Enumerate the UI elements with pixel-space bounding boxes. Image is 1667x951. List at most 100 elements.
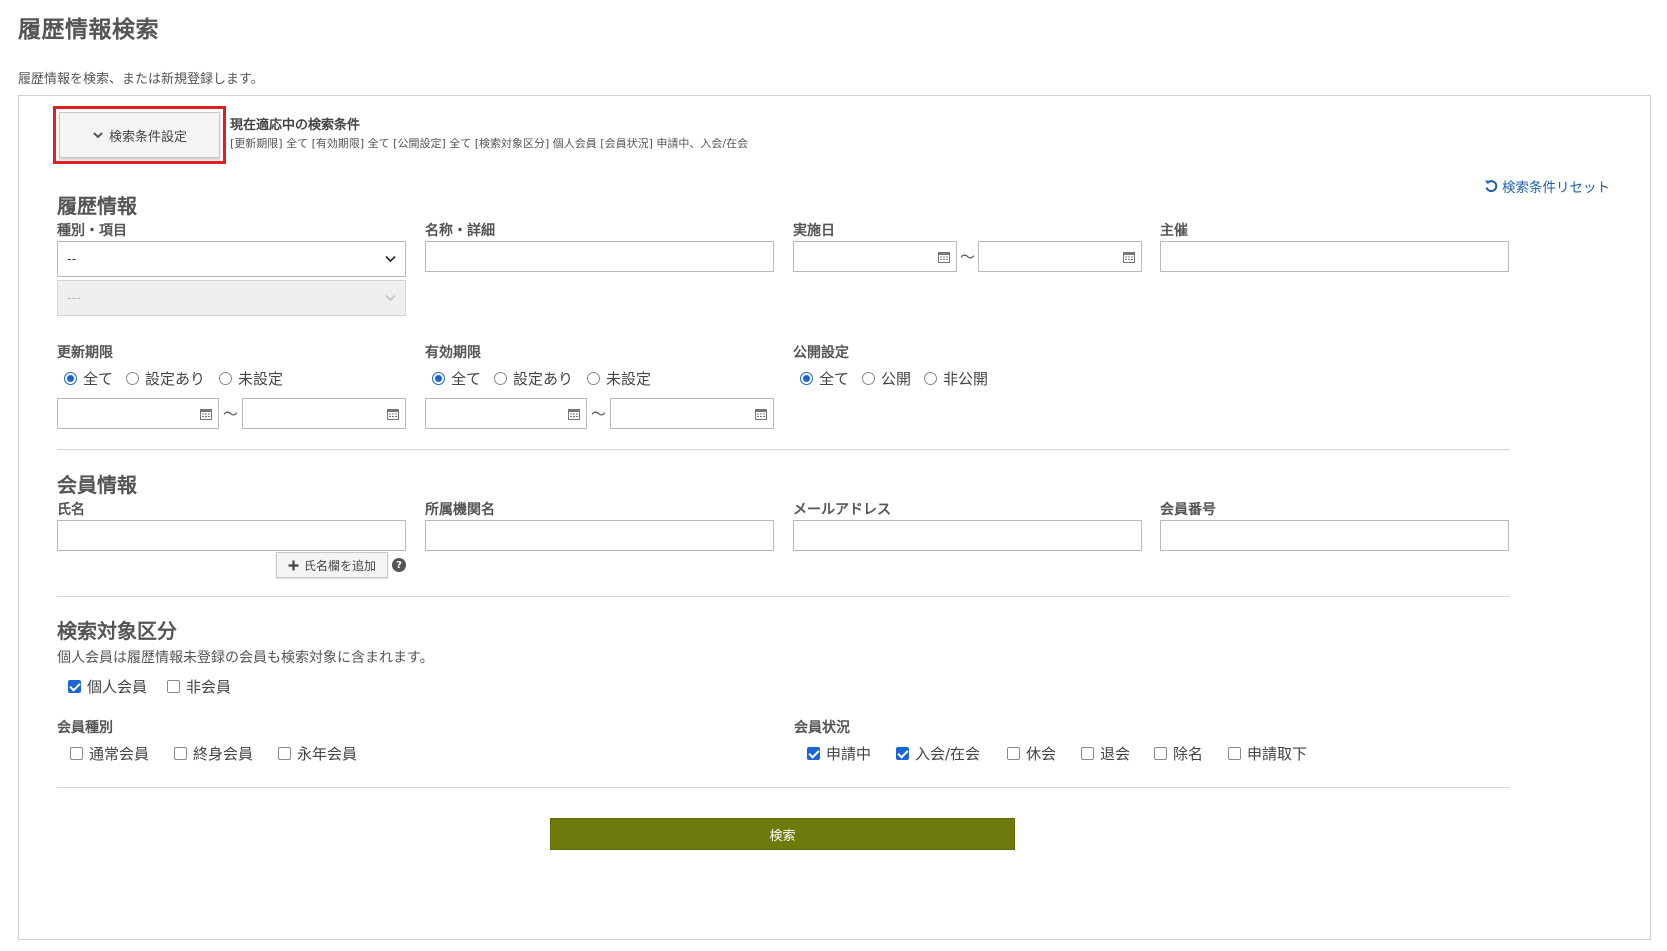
name-detail-input[interactable]	[425, 241, 774, 272]
status-applying-label: 申請中	[826, 745, 872, 763]
target-section-title: 検索対象区分	[57, 619, 177, 643]
status-withdrawn-label: 退会	[1100, 745, 1131, 763]
publish-private-label: 非公開	[943, 370, 989, 388]
search-button[interactable]: 検索	[550, 818, 1015, 850]
radio-selected	[432, 372, 445, 385]
individual-member-checkbox[interactable]: 個人会員	[68, 676, 147, 697]
status-suspended-checkbox[interactable]: 休会	[1007, 743, 1056, 764]
radio-selected	[64, 372, 77, 385]
email-label: メールアドレス	[793, 502, 891, 518]
target-note: 個人会員は履歴情報未登録の会員も検索対象に含まれます。	[57, 650, 434, 666]
renewal-unset-label: 未設定	[238, 370, 284, 388]
type-select[interactable]: --	[57, 241, 406, 277]
individual-member-label: 個人会員	[87, 678, 148, 696]
member-section-title: 会員情報	[57, 473, 137, 497]
renewal-set-radio[interactable]: 設定あり	[126, 368, 205, 389]
status-joined-checkbox[interactable]: 入会/在会	[896, 743, 980, 764]
checkbox-unchecked	[1228, 747, 1241, 760]
type-item-label: 種別・項目	[57, 223, 127, 239]
checkbox-unchecked	[167, 680, 180, 693]
validity-deadline-label: 有効期限	[425, 345, 481, 361]
validity-all-radio[interactable]: 全て	[432, 368, 481, 389]
validity-unset-radio[interactable]: 未設定	[587, 368, 651, 389]
section-divider	[57, 596, 1510, 597]
status-applying-checkbox[interactable]: 申請中	[807, 743, 871, 764]
checkbox-unchecked	[278, 747, 291, 760]
date-range-separator: ～	[223, 405, 239, 423]
perpetual-member-label: 永年会員	[297, 745, 358, 763]
current-conditions-title: 現在適応中の検索条件	[230, 118, 361, 133]
validity-date-from-input[interactable]	[425, 398, 587, 429]
highlight-frame: 検索条件設定	[53, 106, 226, 164]
search-panel: 検索条件設定 現在適応中の検索条件 [更新期限] 全て [有効期限] 全て [公…	[18, 95, 1651, 940]
publish-all-label: 全て	[819, 370, 850, 388]
reset-icon	[1485, 180, 1498, 193]
checkbox-checked	[896, 747, 909, 760]
subtype-select: ---	[57, 280, 406, 316]
member-number-input[interactable]	[1160, 520, 1509, 551]
publish-private-radio[interactable]: 非公開	[924, 368, 988, 389]
validity-set-radio[interactable]: 設定あり	[494, 368, 573, 389]
status-cancelled-label: 申請取下	[1247, 745, 1308, 763]
chevron-down-icon	[385, 255, 396, 263]
publish-public-radio[interactable]: 公開	[862, 368, 911, 389]
status-expelled-checkbox[interactable]: 除名	[1154, 743, 1203, 764]
add-name-field-label: 氏名欄を追加	[303, 558, 376, 573]
member-status-label: 会員状況	[794, 720, 850, 736]
member-name-input[interactable]	[57, 520, 406, 551]
checkbox-checked	[68, 680, 81, 693]
renewal-date-from-input[interactable]	[57, 398, 219, 429]
radio-unselected	[924, 372, 937, 385]
checkbox-checked	[807, 747, 820, 760]
non-member-checkbox[interactable]: 非会員	[167, 676, 231, 697]
checkbox-unchecked	[1154, 747, 1167, 760]
reset-conditions-label: 検索条件リセット	[1502, 180, 1610, 196]
event-date-label: 実施日	[793, 223, 835, 239]
page: 履歴情報検索 履歴情報を検索、または新規登録します。 検索条件設定 現在適応中の…	[0, 0, 1667, 951]
renewal-date-to-input[interactable]	[242, 398, 406, 429]
radio-selected	[800, 372, 813, 385]
host-label: 主催	[1160, 223, 1188, 239]
regular-member-label: 通常会員	[89, 745, 150, 763]
renewal-deadline-label: 更新期限	[57, 345, 113, 361]
page-description: 履歴情報を検索、または新規登録します。	[18, 72, 264, 87]
event-date-to-input[interactable]	[978, 241, 1142, 272]
host-input[interactable]	[1160, 241, 1509, 272]
email-input[interactable]	[793, 520, 1142, 551]
radio-unselected	[862, 372, 875, 385]
renewal-all-radio[interactable]: 全て	[64, 368, 113, 389]
validity-all-label: 全て	[451, 370, 482, 388]
member-name-label: 氏名	[57, 502, 85, 518]
regular-member-checkbox[interactable]: 通常会員	[70, 743, 149, 764]
renewal-unset-radio[interactable]: 未設定	[219, 368, 283, 389]
organization-input[interactable]	[425, 520, 774, 551]
lifetime-member-label: 終身会員	[193, 745, 254, 763]
status-suspended-label: 休会	[1026, 745, 1057, 763]
renewal-all-label: 全て	[83, 370, 114, 388]
radio-unselected	[219, 372, 232, 385]
perpetual-member-checkbox[interactable]: 永年会員	[278, 743, 357, 764]
chevron-down-icon	[385, 294, 396, 302]
lifetime-member-checkbox[interactable]: 終身会員	[174, 743, 253, 764]
status-expelled-label: 除名	[1173, 745, 1204, 763]
status-withdrawn-checkbox[interactable]: 退会	[1081, 743, 1130, 764]
page-title: 履歴情報検索	[18, 17, 159, 43]
validity-unset-label: 未設定	[606, 370, 652, 388]
validity-set-label: 設定あり	[513, 370, 574, 388]
calendar-icon	[568, 409, 580, 420]
reset-conditions-link[interactable]: 検索条件リセット	[1484, 176, 1610, 196]
radio-unselected	[494, 372, 507, 385]
publish-all-radio[interactable]: 全て	[800, 368, 849, 389]
add-name-field-button[interactable]: 氏名欄を追加	[276, 552, 388, 578]
validity-date-to-input[interactable]	[610, 398, 774, 429]
help-icon[interactable]: ?	[392, 558, 406, 572]
non-member-label: 非会員	[186, 678, 232, 696]
status-cancelled-checkbox[interactable]: 申請取下	[1228, 743, 1307, 764]
section-divider	[57, 787, 1510, 788]
calendar-icon	[938, 252, 950, 263]
type-select-value: --	[67, 251, 77, 267]
status-joined-label: 入会/在会	[915, 745, 981, 763]
search-conditions-toggle-button[interactable]: 検索条件設定	[59, 112, 220, 158]
event-date-from-input[interactable]	[793, 241, 957, 272]
chevron-down-icon	[93, 132, 103, 139]
